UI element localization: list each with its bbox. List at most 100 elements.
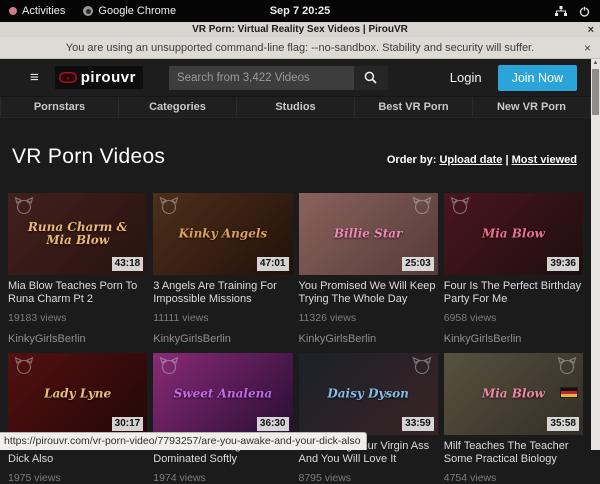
search-icon bbox=[364, 71, 377, 84]
login-link[interactable]: Login bbox=[442, 66, 490, 89]
thumbnail-overlay-title: Lady Lyne bbox=[18, 387, 138, 400]
thumbnail-overlay-title: Billie Star bbox=[308, 228, 428, 241]
browser-title-bar: VR Porn: Virtual Reality Sex Videos | Pi… bbox=[0, 22, 600, 37]
thumbnail-overlay-title: Sweet Analena bbox=[163, 387, 283, 400]
video-card[interactable]: Runa Charm & Mia Blow 43:18 Mia Blow Teach… bbox=[8, 193, 147, 345]
cat-mask-watermark-icon bbox=[450, 197, 470, 220]
video-thumbnail[interactable]: Billie Star 25:03 bbox=[299, 193, 438, 275]
system-top-bar: Activities Google Chrome Sep 7 20:25 bbox=[0, 0, 600, 22]
nav-item-new-vr-porn[interactable]: New VR Porn bbox=[473, 97, 591, 117]
video-thumbnail[interactable]: Lady Lyne 30:17 bbox=[8, 353, 147, 435]
nav-item-categories[interactable]: Categories bbox=[119, 97, 237, 117]
menu-icon[interactable]: ≡ bbox=[30, 70, 39, 85]
order-by-label: Order by: bbox=[387, 154, 437, 166]
video-studio-link[interactable]: KinkyGirlsBerlin bbox=[444, 333, 583, 345]
thumbnail-overlay-title: Runa Charm & Mia Blow bbox=[18, 221, 138, 247]
duration-badge: 43:18 bbox=[112, 257, 144, 271]
video-studio-link[interactable]: KinkyGirlsBerlin bbox=[153, 333, 292, 345]
video-thumbnail[interactable]: Mia Blow 39:36 bbox=[444, 193, 583, 275]
cat-mask-watermark-icon bbox=[14, 357, 34, 380]
video-views: 4754 views bbox=[444, 472, 583, 484]
duration-badge: 30:17 bbox=[112, 417, 144, 431]
video-card[interactable]: Sweet Analena36:30Watch Me Getting Domin… bbox=[153, 353, 292, 484]
power-icon[interactable] bbox=[579, 6, 590, 17]
video-title[interactable]: Mia Blow Teaches Porn To Runa Charm Pt 2 bbox=[8, 280, 147, 306]
video-card[interactable]: Mia Blow 39:36 Four Is The Perfect Birthda… bbox=[444, 193, 583, 345]
site-header: ≡ pirouvr Login Join Now bbox=[0, 59, 591, 96]
video-views: 19183 views bbox=[8, 312, 147, 324]
infobar-close-icon[interactable]: × bbox=[584, 41, 591, 55]
main-nav: PornstarsCategoriesStudiosBest VR PornNe… bbox=[0, 96, 591, 118]
duration-badge: 25:03 bbox=[402, 257, 434, 271]
video-card[interactable]: Daisy Dyson33:59Im Fucking Your Virgin A… bbox=[299, 353, 438, 484]
infobar-message: You are using an unsupported command-lin… bbox=[66, 42, 534, 54]
chrome-icon bbox=[83, 6, 93, 16]
scrollbar-up-icon[interactable]: ▲ bbox=[591, 59, 600, 68]
activities-label: Activities bbox=[22, 5, 65, 17]
duration-badge: 35:58 bbox=[547, 417, 579, 431]
video-card[interactable]: Lady Lyne30:17Are You Awake And Your Dic… bbox=[8, 353, 147, 484]
cat-mask-watermark-icon bbox=[412, 357, 432, 380]
thumbnail-overlay-title: Mia Blow bbox=[454, 228, 574, 241]
page-title: VR Porn Videos bbox=[12, 145, 165, 169]
video-card[interactable]: Kinky Angels 47:01 3 Angels Are Training F… bbox=[153, 193, 292, 345]
video-studio-link[interactable]: KinkyGirlsBerlin bbox=[8, 333, 147, 345]
german-flag-icon bbox=[560, 387, 578, 398]
video-views: 1974 views bbox=[153, 472, 292, 484]
duration-badge: 33:59 bbox=[402, 417, 434, 431]
activities-indicator-icon bbox=[9, 7, 17, 15]
order-separator: | bbox=[505, 154, 508, 166]
video-thumbnail[interactable]: Mia Blow 35:58 bbox=[444, 353, 583, 435]
unsupported-flag-infobar: You are using an unsupported command-lin… bbox=[0, 37, 600, 59]
cat-mask-watermark-icon bbox=[159, 197, 179, 220]
video-card[interactable]: Mia Blow 35:58 Milf Teaches The Teacher So… bbox=[444, 353, 583, 484]
order-upload-date-link[interactable]: Upload date bbox=[439, 154, 502, 166]
nav-item-pornstars[interactable]: Pornstars bbox=[0, 97, 119, 117]
close-icon[interactable]: × bbox=[588, 24, 594, 36]
video-thumbnail[interactable]: Sweet Analena 36:30 bbox=[153, 353, 292, 435]
video-card[interactable]: Billie Star 25:03 You Promised We Will Kee… bbox=[299, 193, 438, 345]
order-by: Order by: Upload date | Most viewed bbox=[387, 154, 577, 166]
scrollbar-thumb[interactable] bbox=[592, 69, 599, 115]
search-button[interactable] bbox=[354, 66, 388, 90]
video-thumbnail[interactable]: Daisy Dyson 33:59 bbox=[299, 353, 438, 435]
duration-badge: 47:01 bbox=[257, 257, 289, 271]
cat-mask-watermark-icon bbox=[159, 357, 179, 380]
duration-badge: 39:36 bbox=[547, 257, 579, 271]
network-icon[interactable] bbox=[555, 6, 567, 17]
search-input[interactable] bbox=[169, 66, 354, 90]
duration-badge: 36:30 bbox=[257, 417, 289, 431]
video-views: 11111 views bbox=[153, 312, 292, 324]
video-title[interactable]: Four Is The Perfect Birthday Party For M… bbox=[444, 280, 583, 306]
thumbnail-overlay-title: Daisy Dyson bbox=[308, 387, 428, 400]
nav-item-studios[interactable]: Studios bbox=[237, 97, 355, 117]
vr-goggles-icon bbox=[59, 72, 77, 83]
scrollbar[interactable]: ▲ bbox=[591, 59, 600, 450]
site-logo[interactable]: pirouvr bbox=[55, 66, 143, 89]
cat-mask-watermark-icon bbox=[412, 197, 432, 220]
thumbnail-overlay-title: Kinky Angels bbox=[163, 228, 283, 241]
order-most-viewed-link[interactable]: Most viewed bbox=[512, 154, 577, 166]
app-menu-button[interactable]: Google Chrome bbox=[74, 0, 185, 22]
video-thumbnail[interactable]: Runa Charm & Mia Blow 43:18 bbox=[8, 193, 147, 275]
video-thumbnail[interactable]: Kinky Angels 47:01 bbox=[153, 193, 292, 275]
video-views: 8795 views bbox=[299, 472, 438, 484]
cat-mask-watermark-icon bbox=[557, 357, 577, 380]
video-views: 1975 views bbox=[8, 472, 147, 484]
app-menu-label: Google Chrome bbox=[98, 5, 176, 17]
video-title[interactable]: You Promised We Will Keep Trying The Who… bbox=[299, 280, 438, 306]
cat-mask-watermark-icon bbox=[14, 197, 34, 220]
thumbnail-overlay-title: Mia Blow bbox=[454, 387, 574, 400]
video-views: 11326 views bbox=[299, 312, 438, 324]
tab-title: VR Porn: Virtual Reality Sex Videos | Pi… bbox=[192, 24, 408, 35]
join-now-button[interactable]: Join Now bbox=[498, 65, 577, 91]
nav-item-best-vr-porn[interactable]: Best VR Porn bbox=[355, 97, 473, 117]
video-views: 6958 views bbox=[444, 312, 583, 324]
web-page: ≡ pirouvr Login Join Now PornstarsCatego… bbox=[0, 59, 591, 450]
video-title[interactable]: 3 Angels Are Training For Impossible Mis… bbox=[153, 280, 292, 306]
logo-text: pirouvr bbox=[81, 69, 136, 86]
activities-button[interactable]: Activities bbox=[0, 0, 74, 22]
video-title[interactable]: Milf Teaches The Teacher Some Practical … bbox=[444, 440, 583, 466]
video-studio-link[interactable]: KinkyGirlsBerlin bbox=[299, 333, 438, 345]
status-url: https://pirouvr.com/vr-porn-video/779325… bbox=[0, 432, 367, 450]
